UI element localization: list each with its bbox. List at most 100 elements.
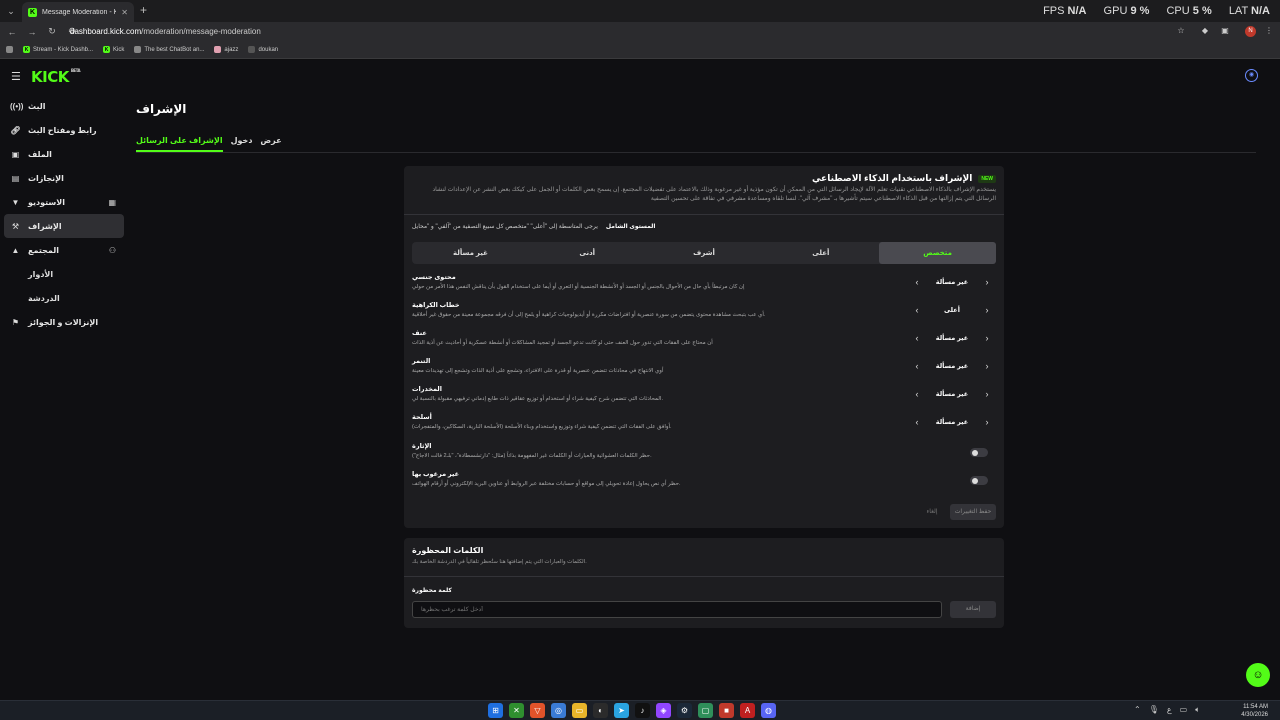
ai-card-header: الإشراف باستخدام الذكاء الاصطناعي NEW <box>412 173 996 184</box>
user-avatar[interactable]: ◉ <box>1245 69 1258 82</box>
category-sexual-content: محتوى جنسي إن كان مرتبطاً بأي حال من الأح… <box>412 273 996 299</box>
sidebar-item-stream[interactable]: ((•)) البث <box>4 94 124 118</box>
telegram-icon[interactable]: ➤ <box>614 703 629 718</box>
bookmark-star-icon[interactable]: ☆ <box>1176 26 1186 36</box>
discord-icon[interactable]: ◍ <box>761 703 776 718</box>
chevron-right-icon[interactable]: › <box>982 277 992 287</box>
chrome-icon[interactable]: ◎ <box>551 703 566 718</box>
chevron-down-icon: ▼ <box>11 197 20 207</box>
ai-moderation-card: الإشراف باستخدام الذكاء الاصطناعي NEW يس… <box>404 166 1004 528</box>
level-option-off[interactable]: غير مسألة <box>412 242 529 264</box>
profile-avatar[interactable]: N <box>1245 26 1256 37</box>
chevron-right-icon[interactable]: › <box>982 333 992 343</box>
reload-icon[interactable]: ↻ <box>44 26 60 37</box>
acrobat-icon[interactable]: A <box>740 703 755 718</box>
file-explorer-icon[interactable]: ▭ <box>572 703 587 718</box>
kick-favicon-icon: K <box>103 46 111 53</box>
sidebar-item-chat[interactable]: الدردشة <box>4 286 124 310</box>
brave-icon[interactable]: ▽ <box>530 703 545 718</box>
banned-words-card: الكلمات المحظورة الكلمات والعبارات التي … <box>404 538 1004 628</box>
sidebar-item-drops[interactable]: ⚑ الإنزالات و الجوائز <box>4 310 124 334</box>
tiktok-icon[interactable]: ♪ <box>635 703 650 718</box>
tab-search-icon[interactable]: ⌄ <box>0 0 22 22</box>
kick-logo[interactable]: KICK BETA <box>31 68 81 86</box>
sidebar-item-moderation[interactable]: ⚒ الإشراف <box>4 214 124 238</box>
divider <box>404 214 1004 215</box>
add-banned-word-button[interactable]: إضافة <box>950 601 996 618</box>
level-option-lowest[interactable]: أدنى <box>529 242 646 264</box>
language-indicator[interactable]: ع <box>1167 705 1172 715</box>
extensions-puzzle-icon[interactable]: ▣ <box>1220 26 1230 36</box>
sidebar-item-stream-key[interactable]: 🔗︎ رابط ومفتاح البث <box>4 118 124 142</box>
cancel-button[interactable]: إلغاء <box>922 504 942 520</box>
hamburger-menu-icon[interactable]: ☰ <box>11 70 21 83</box>
spam-toggle[interactable] <box>970 476 988 485</box>
sidebar-item-roles[interactable]: الأدوار <box>4 262 124 286</box>
category-bullying: التنمر أوي الانتهاج في محادثات تتضمن عنصر… <box>412 357 996 383</box>
bookmark-kick[interactable]: K Kick <box>103 46 124 53</box>
volume-icon[interactable]: 🔈︎ <box>1195 705 1200 715</box>
category-value: غير مسألة <box>935 419 969 426</box>
chevron-left-icon[interactable]: ‹ <box>912 277 922 287</box>
chevron-left-icon[interactable]: ‹ <box>912 333 922 343</box>
chevron-right-icon[interactable]: › <box>982 305 992 315</box>
banned-word-label: كلمة محظورة <box>412 588 452 594</box>
microphone-icon[interactable]: 🎙︎ <box>1149 705 1159 715</box>
category-description: أوافق على الفقات التي تتضمن كيفية شراء و… <box>412 424 672 430</box>
profile-icon: ▣ <box>11 149 20 159</box>
overall-level-hint: يرجى المتاسطة إلى "أعلى" "متخصص كل سبيع … <box>412 224 598 230</box>
level-option-highest[interactable]: أعلى <box>762 242 879 264</box>
sidebar-item-achievements[interactable]: ▤ الإنجازات <box>4 166 124 190</box>
taskbar-clock[interactable]: 11:54 AM 4/30/2026 <box>1241 703 1268 719</box>
system-tray: ⌃ 🎙︎ ع ▭ 🔈︎ <box>1134 705 1200 715</box>
tabs-divider <box>136 152 1256 153</box>
chevron-right-icon[interactable]: › <box>982 361 992 371</box>
app-icon[interactable]: ▢ <box>698 703 713 718</box>
save-changes-button[interactable]: حفظ التغييرات <box>950 504 996 520</box>
browser-menu-icon[interactable]: ⋮ <box>1264 26 1274 36</box>
bookmark-chatbot[interactable]: The best ChatBot an... <box>134 46 204 53</box>
extension-icon[interactable]: ◆ <box>1200 26 1210 36</box>
gibberish-toggle[interactable] <box>970 448 988 457</box>
tab-view[interactable]: عرض <box>260 136 281 152</box>
chevron-left-icon[interactable]: ‹ <box>912 305 922 315</box>
browser-tab[interactable]: K Message Moderation - Kick Da ✕ <box>22 2 134 22</box>
category-value: غير مسألة <box>935 363 969 370</box>
chevron-up-icon[interactable]: ⌃ <box>1134 705 1141 715</box>
category-name: محتوى جنسي <box>412 274 456 281</box>
chevron-left-icon[interactable]: ‹ <box>912 389 922 399</box>
github-icon[interactable]: ◐ <box>593 703 608 718</box>
sidebar-item-studio[interactable]: ▼ الاستوديو ▦ <box>4 190 124 214</box>
apps-grid-icon[interactable] <box>6 46 13 53</box>
tab-login[interactable]: دخول <box>231 136 253 152</box>
tab-message-moderation[interactable]: الإشراف على الرسائل <box>136 136 223 152</box>
chevron-right-icon[interactable]: › <box>982 417 992 427</box>
chevron-right-icon[interactable]: › <box>982 389 992 399</box>
sidebar-item-profile[interactable]: ▣ الملف <box>4 142 124 166</box>
chevron-left-icon[interactable]: ‹ <box>912 417 922 427</box>
back-icon[interactable]: ← <box>4 27 20 37</box>
forward-icon[interactable]: → <box>24 27 40 37</box>
bookmark-ajazz[interactable]: ajazz <box>214 46 238 53</box>
banned-word-input[interactable] <box>412 601 942 618</box>
network-icon[interactable]: ▭ <box>1180 705 1188 715</box>
bookmark-stream-dashboard[interactable]: K Stream - Kick Dashb... <box>23 46 93 53</box>
url-field[interactable]: dashboard.kick.com/moderation/message-mo… <box>70 25 1190 38</box>
ajazz-favicon-icon <box>214 46 222 53</box>
steam-icon[interactable]: ⚙ <box>677 703 692 718</box>
close-tab-icon[interactable]: ✕ <box>121 8 128 17</box>
new-tab-button[interactable]: + <box>140 3 147 17</box>
chatbot-favicon-icon <box>134 46 142 53</box>
windows-start-icon[interactable]: ⊞ <box>488 703 503 718</box>
level-option-moderate[interactable]: أشرف <box>646 242 763 264</box>
sidebar-item-community[interactable]: ▲ المجتمع ⚇ <box>4 238 124 262</box>
bookmark-doukan[interactable]: doukan <box>248 46 278 53</box>
obs-icon[interactable]: ◈ <box>656 703 671 718</box>
kick-dashboard: ☰ KICK BETA ◉ ((•)) البث 🔗︎ رابط ومفتاح الب… <box>0 60 1280 700</box>
address-bar-row: ← → ↻ ⚙ dashboard.kick.com/moderation/me… <box>0 22 1280 41</box>
level-option-specialized[interactable]: متخصص <box>879 242 996 264</box>
help-chat-button[interactable]: ☺ <box>1246 663 1270 687</box>
chevron-left-icon[interactable]: ‹ <box>912 361 922 371</box>
app-red-icon[interactable]: ■ <box>719 703 734 718</box>
xbox-icon[interactable]: ✕ <box>509 703 524 718</box>
